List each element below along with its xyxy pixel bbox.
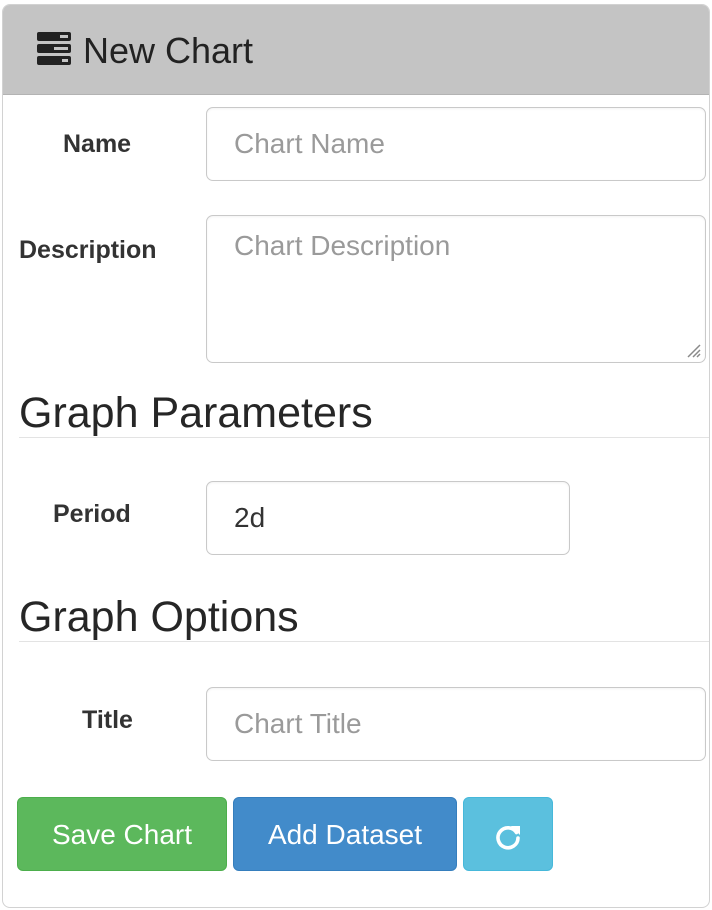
description-label: Description [19,236,157,264]
panel-title: New Chart [83,30,254,71]
textarea-resize-handle[interactable] [684,341,702,359]
tasks-icon [36,31,74,67]
chart-title-input[interactable] [206,687,706,761]
section-divider [19,641,709,642]
title-label: Title [82,706,133,734]
section-divider [19,437,709,438]
chart-description-textarea[interactable] [206,215,706,363]
panel-heading: New Chart [3,5,709,95]
period-input[interactable] [206,481,570,555]
name-label: Name [63,130,132,158]
graph-parameters-heading: Graph Parameters [19,389,373,437]
period-label: Period [53,500,131,528]
save-chart-button[interactable]: Save Chart [17,797,227,871]
new-chart-panel: New Chart Name Description Graph Paramet… [2,4,710,908]
chart-name-input[interactable] [206,107,706,181]
add-dataset-button[interactable]: Add Dataset [233,797,457,871]
refresh-button[interactable] [463,797,553,871]
graph-options-heading: Graph Options [19,593,299,641]
refresh-icon [493,822,523,852]
